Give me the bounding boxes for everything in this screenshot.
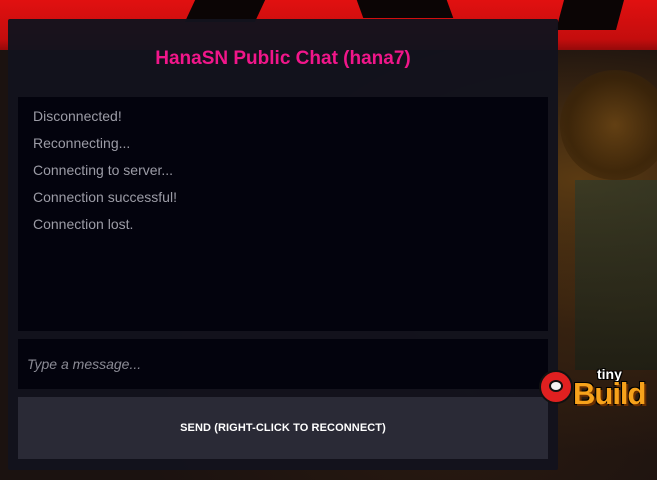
background-silhouette — [356, 0, 454, 18]
chat-message: Disconnected! — [33, 108, 122, 124]
chat-message: Connection successful! — [33, 189, 177, 205]
chat-title: HanaSN Public Chat (hana7) — [155, 48, 411, 69]
mascot-icon — [539, 370, 573, 404]
tinybuild-logo: tiny Build — [537, 364, 657, 412]
mascot-eye-icon — [549, 380, 563, 392]
send-button[interactable]: SEND (RIGHT-CLICK TO RECONNECT) — [18, 397, 548, 459]
chat-message: Connection lost. — [33, 216, 134, 232]
chat-message: Connecting to server... — [33, 162, 174, 178]
message-input[interactable] — [18, 339, 548, 389]
logo-text-build: Build — [573, 376, 646, 411]
chat-message: Reconnecting... — [33, 135, 131, 151]
background-silhouette — [555, 0, 625, 30]
chat-log[interactable]: Disconnected! Reconnecting... Connecting… — [18, 97, 548, 331]
background-foliage-shape — [575, 180, 657, 370]
